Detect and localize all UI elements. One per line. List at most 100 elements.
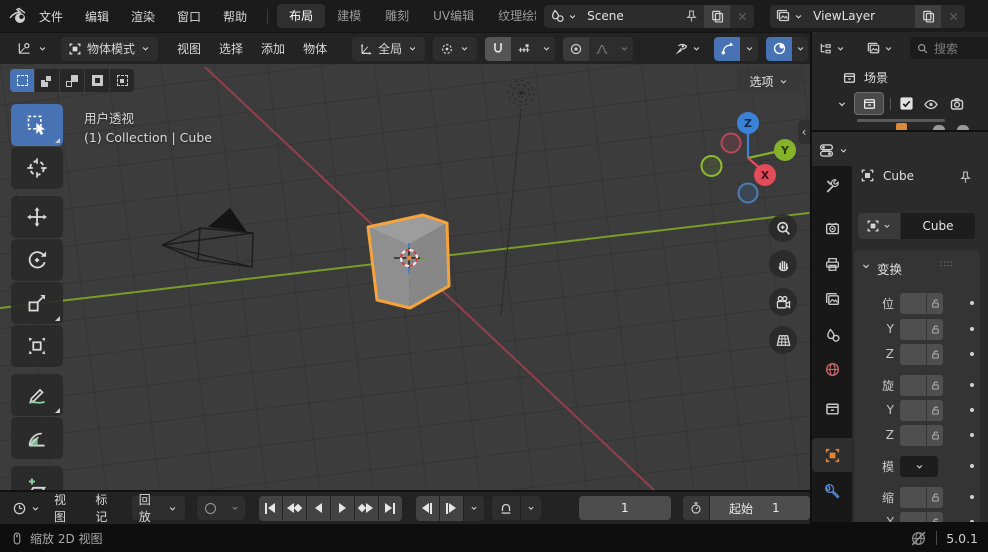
tab-object[interactable] [812, 438, 852, 472]
tool-tweak-select[interactable] [11, 104, 63, 146]
lock-button[interactable] [927, 374, 943, 396]
lock-button[interactable] [927, 511, 943, 522]
play-reverse-button[interactable] [306, 495, 330, 521]
keying-dropdown[interactable] [520, 496, 541, 520]
falloff-dropdown[interactable] [615, 36, 634, 61]
tool-transform[interactable] [11, 325, 63, 367]
outliner-display-mode-button[interactable] [866, 37, 894, 59]
lock-button[interactable] [927, 486, 943, 508]
select-mode-set-button[interactable] [10, 69, 34, 92]
animate-dot[interactable] [970, 495, 974, 499]
tab-output[interactable] [812, 247, 852, 281]
checkbox-checked-icon[interactable] [899, 96, 914, 111]
snap-settings-button[interactable] [511, 36, 538, 61]
tab-render[interactable] [812, 211, 852, 245]
proportional-edit-button[interactable] [563, 36, 590, 61]
outliner-collection-row[interactable] [836, 92, 965, 115]
prev-frame-button[interactable] [415, 495, 439, 521]
tool-rotate[interactable] [11, 239, 63, 281]
menu-file[interactable]: 文件 [28, 8, 74, 25]
next-frame-button[interactable] [439, 495, 463, 521]
value-field[interactable] [900, 292, 926, 314]
value-field[interactable] [900, 399, 926, 421]
camera-view-button[interactable] [769, 288, 797, 316]
falloff-button[interactable] [589, 36, 616, 61]
transform-gizmo-toggle[interactable] [714, 36, 740, 61]
value-field[interactable] [900, 511, 926, 522]
animate-dot[interactable] [970, 408, 974, 412]
playback-dropdown[interactable]: 回放 [131, 493, 185, 524]
tab-modifiers[interactable] [812, 475, 852, 509]
expand-chevron-icon[interactable] [836, 98, 848, 110]
tool-move[interactable] [11, 196, 63, 238]
overlays-dropdown[interactable] [792, 36, 808, 61]
select-mode-extend-button[interactable] [35, 69, 59, 92]
object-id-browse-button[interactable] [858, 213, 900, 239]
tool-cursor[interactable] [11, 147, 63, 189]
play-button[interactable] [330, 495, 354, 521]
frame-step-dropdown[interactable] [463, 495, 484, 521]
animate-dot[interactable] [970, 327, 974, 331]
eye-icon[interactable] [923, 96, 939, 112]
blender-logo-icon[interactable] [8, 6, 28, 26]
snap-dropdown[interactable] [537, 36, 556, 61]
start-frame-field[interactable]: 起始 1 [710, 496, 810, 520]
use-preview-range-button[interactable] [683, 496, 709, 520]
auto-key-toggle[interactable] [196, 496, 225, 520]
tab-collection[interactable] [812, 391, 852, 425]
tool-annotate[interactable] [11, 374, 63, 416]
panel-grip-icon[interactable]: ∷∷ [940, 260, 953, 270]
menu-edit[interactable]: 编辑 [74, 8, 120, 25]
properties-editor-type-button[interactable] [818, 138, 849, 162]
view-layer-new-button[interactable] [915, 4, 942, 28]
pivot-point-dropdown[interactable] [433, 36, 478, 61]
navigation-gizmo[interactable]: Z Y X [700, 108, 800, 208]
view-layer-remove-button[interactable] [941, 5, 965, 28]
rotation-mode-dropdown[interactable] [900, 455, 938, 477]
scene-name[interactable]: Scene [583, 9, 684, 23]
outliner-editor-type-button[interactable] [818, 37, 846, 59]
animate-dot[interactable] [970, 383, 974, 387]
collection-icon-button[interactable] [854, 92, 884, 115]
workspace-tab-uv-editing[interactable]: UV编辑 [421, 4, 486, 28]
value-field[interactable] [900, 424, 926, 446]
animate-dot[interactable] [970, 464, 974, 468]
gizmo-dropdown[interactable] [740, 36, 758, 61]
animate-dot[interactable] [970, 433, 974, 437]
lock-button[interactable] [927, 318, 943, 340]
transform-panel-title[interactable]: 变换 [877, 259, 902, 278]
show-gizmo-dropdown[interactable] [669, 41, 706, 57]
auto-key-dropdown[interactable] [224, 496, 245, 520]
viewport-canvas[interactable]: 选项 用户透视 (1) Collection | Cube Z Y X ‹ [0, 64, 810, 490]
zoom-button[interactable] [769, 214, 797, 242]
editor-type-button[interactable] [10, 37, 55, 61]
menu-object[interactable]: 物体 [294, 40, 336, 57]
camera-object[interactable] [150, 195, 260, 275]
lock-button[interactable] [927, 343, 943, 365]
lock-button[interactable] [927, 424, 943, 446]
value-field[interactable] [900, 374, 926, 396]
camera-visibility-icon[interactable] [949, 96, 965, 112]
pan-button[interactable] [769, 250, 797, 278]
workspace-tab-sculpting[interactable]: 雕刻 [373, 4, 421, 28]
lock-button[interactable] [927, 399, 943, 421]
scene-new-copy-button[interactable] [704, 4, 731, 28]
timeline-editor-type-button[interactable] [8, 501, 45, 516]
current-frame-field[interactable]: 1 [578, 496, 671, 520]
gizmo-neg-x[interactable] [720, 132, 742, 154]
workspace-tab-layout[interactable]: 布局 [277, 4, 326, 28]
scene-browse-button[interactable] [544, 8, 583, 24]
menu-view[interactable]: 视图 [168, 40, 210, 57]
overlays-toggle[interactable] [766, 36, 792, 61]
pin-icon[interactable] [684, 9, 699, 24]
timeline-menu-marker[interactable]: 标记 [86, 492, 127, 524]
options-button[interactable]: 选项 [737, 69, 801, 93]
tab-scene[interactable] [812, 318, 852, 352]
outliner-h-scrollbar[interactable] [857, 119, 945, 122]
panel-collapse-chevron[interactable] [860, 260, 872, 272]
workspace-tab-texture-paint[interactable]: 纹理绘制 [486, 4, 536, 28]
breadcrumb-object-name[interactable]: Cube [883, 169, 914, 183]
keying-set-button[interactable] [491, 496, 520, 520]
value-field[interactable] [900, 318, 926, 340]
menu-add[interactable]: 添加 [252, 40, 294, 57]
